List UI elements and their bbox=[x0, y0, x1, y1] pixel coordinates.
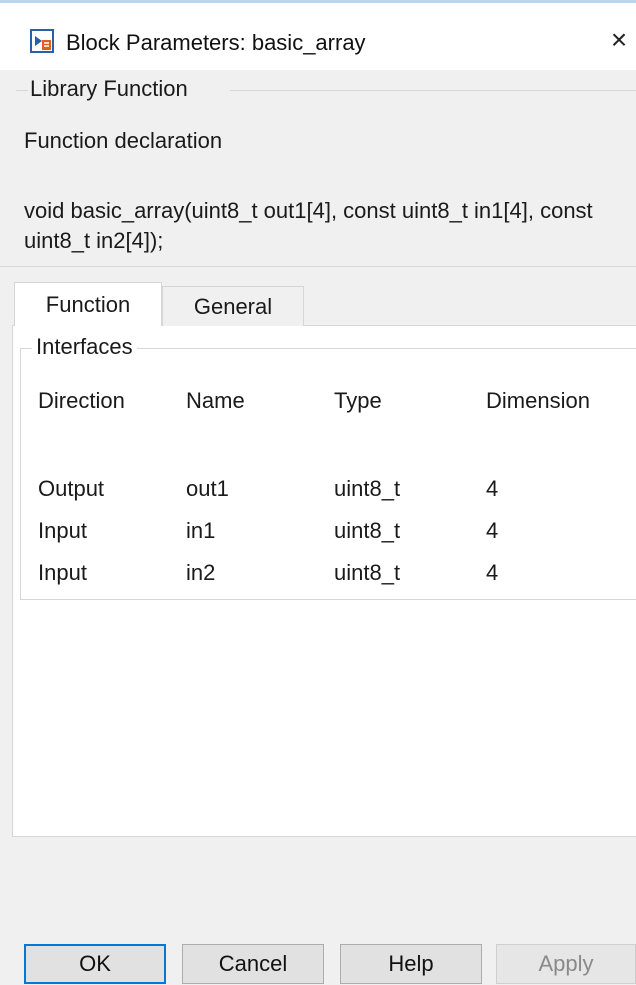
column-header-direction: Direction bbox=[38, 388, 125, 413]
ok-button[interactable]: OK bbox=[24, 944, 166, 984]
row-in1-direction: Input bbox=[38, 518, 87, 543]
interfaces-group-title: Interfaces bbox=[32, 334, 137, 360]
row-in1-type: uint8_t bbox=[334, 518, 401, 543]
function-signature: void basic_array(uint8_t out1[4], const … bbox=[24, 198, 593, 253]
column-header-type: Type bbox=[334, 388, 382, 413]
function-declaration-label: Function declaration bbox=[24, 128, 223, 153]
row-in2-dimension: 4 bbox=[486, 560, 499, 585]
close-icon[interactable]: × bbox=[604, 23, 634, 57]
library-function-group-title: Library Function bbox=[30, 76, 194, 102]
interfaces-group bbox=[20, 348, 636, 600]
apply-button[interactable]: Apply bbox=[496, 944, 636, 984]
row-in2-name: in2 bbox=[186, 560, 216, 585]
group-border bbox=[230, 90, 636, 91]
row-in1-name: in1 bbox=[186, 518, 216, 543]
block-parameters-dialog: Block Parameters: basic_array × Library … bbox=[0, 0, 636, 985]
row-in1-dimension: 4 bbox=[486, 518, 499, 543]
row-out1-type: uint8_t bbox=[334, 476, 401, 501]
row-out1-dimension: 4 bbox=[486, 476, 499, 501]
tab-general[interactable]: General bbox=[162, 286, 304, 326]
column-header-name: Name bbox=[186, 388, 245, 413]
tab-function-label: Function bbox=[45, 291, 131, 317]
window-title: Block Parameters: basic_array bbox=[66, 30, 366, 55]
row-out1-direction: Output bbox=[38, 476, 105, 501]
group-border bbox=[16, 90, 28, 91]
tab-function[interactable]: Function bbox=[14, 282, 162, 326]
simulink-block-icon bbox=[30, 29, 54, 53]
row-in2-type: uint8_t bbox=[334, 560, 401, 585]
tab-general-label: General bbox=[193, 293, 273, 319]
row-out1-name: out1 bbox=[186, 476, 229, 501]
row-in2-direction: Input bbox=[38, 560, 87, 585]
help-button[interactable]: Help bbox=[340, 944, 482, 984]
section-divider bbox=[0, 266, 636, 267]
cancel-button[interactable]: Cancel bbox=[182, 944, 324, 984]
column-header-dimension: Dimension bbox=[486, 388, 590, 413]
title-bar[interactable]: Block Parameters: basic_array × bbox=[0, 0, 636, 70]
